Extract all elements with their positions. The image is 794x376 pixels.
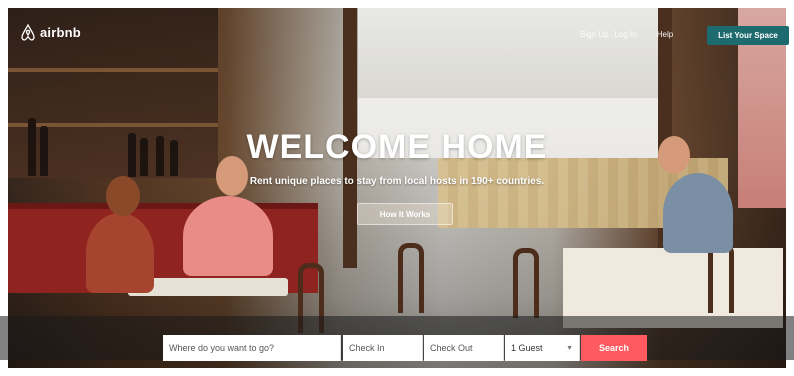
log-in-link[interactable]: Log In xyxy=(614,30,636,39)
help-link[interactable]: Help xyxy=(657,30,673,39)
brand-logo[interactable]: airbnb xyxy=(20,24,81,41)
list-your-space-button[interactable]: List Your Space xyxy=(707,26,789,45)
brand-name: airbnb xyxy=(40,25,81,40)
sign-up-link[interactable]: Sign Up xyxy=(580,30,608,39)
check-out-input[interactable]: Check Out xyxy=(424,335,504,361)
top-nav: Sign Up Log In Help xyxy=(580,30,673,39)
bistro-chair xyxy=(513,248,539,318)
shelf-line xyxy=(8,68,218,72)
destination-input[interactable]: Where do you want to go? xyxy=(163,335,341,361)
bistro-chair xyxy=(708,243,734,313)
hero-subheadline: Rent unique places to stay from local ho… xyxy=(249,176,545,187)
how-it-works-button[interactable]: How It Works xyxy=(357,203,453,225)
person-man-pink xyxy=(183,196,273,276)
check-in-input[interactable]: Check In xyxy=(343,335,423,361)
bistro-chair xyxy=(398,243,424,313)
caret-down-icon: ▼ xyxy=(566,344,573,352)
hero-headline: WELCOME HOME xyxy=(246,128,548,166)
hero-background xyxy=(8,8,786,368)
airbnb-belo-icon xyxy=(20,24,36,41)
guests-value: 1 Guest xyxy=(511,343,543,353)
guests-select[interactable]: 1 Guest ▼ xyxy=(505,335,580,361)
person-woman xyxy=(86,213,154,293)
search-button[interactable]: Search xyxy=(581,335,647,361)
